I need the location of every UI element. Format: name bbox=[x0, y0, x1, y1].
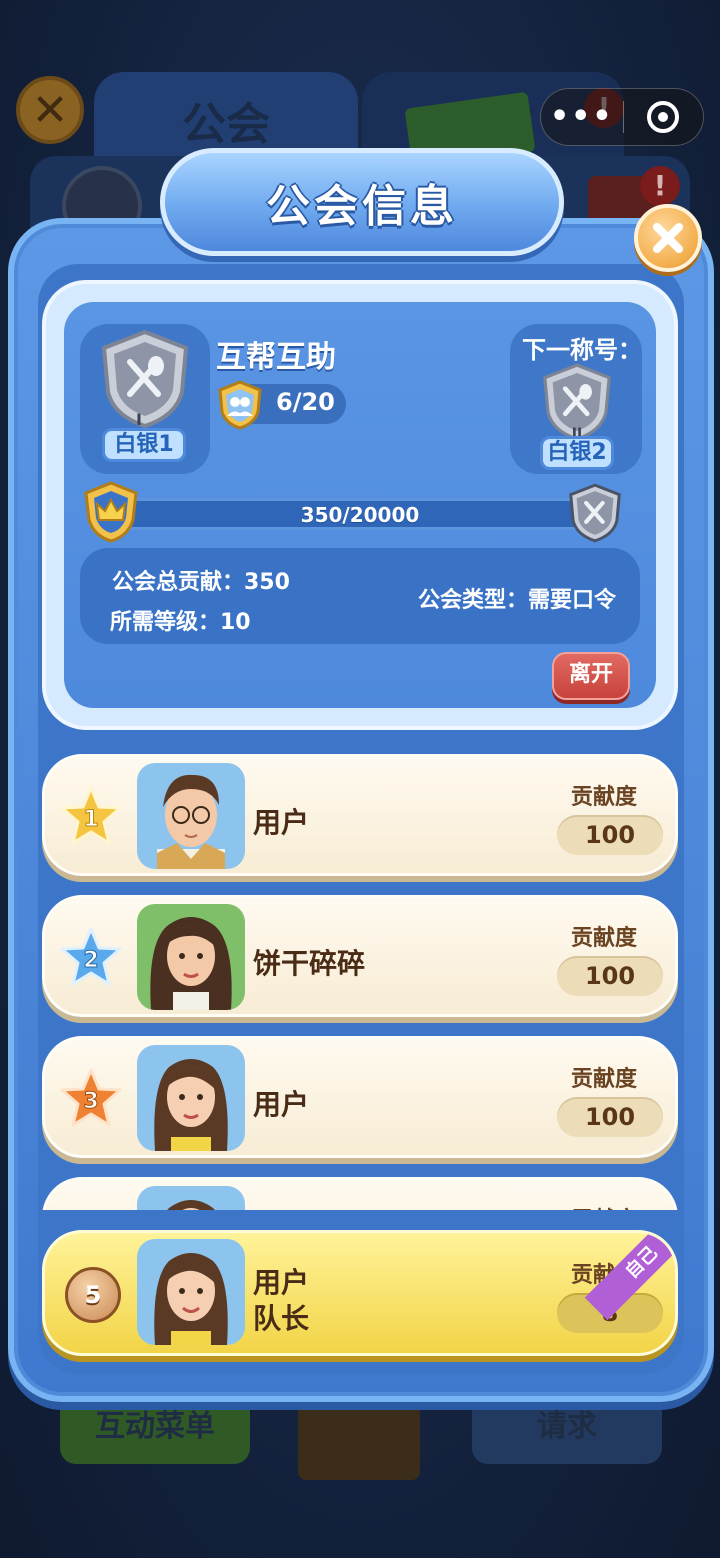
next-rank-label: 白银2 bbox=[540, 436, 614, 470]
avatar bbox=[137, 904, 245, 1010]
background-request-button: 请求 bbox=[472, 1392, 662, 1464]
modal-title: 公会信息 bbox=[266, 181, 458, 232]
avatar bbox=[137, 1045, 245, 1151]
guild-type: 公会类型：需要口令 bbox=[418, 588, 617, 613]
background-close-icon: ✕ bbox=[16, 76, 84, 144]
background-alert-icon: ! bbox=[640, 166, 680, 206]
required-level: 所需等级：10 bbox=[110, 610, 251, 635]
contribution-value: 100 bbox=[557, 815, 663, 855]
background-interact-menu-button: 互动菜单 bbox=[60, 1392, 250, 1464]
list-item[interactable]: 贡献度 bbox=[42, 1177, 678, 1210]
rank-number: 3 bbox=[83, 1089, 98, 1114]
self-member-row[interactable]: 5 用户 队长 贡献度 8 自己 bbox=[42, 1230, 678, 1356]
member-name: 用户 bbox=[253, 806, 310, 839]
avatar bbox=[137, 1239, 245, 1345]
next-title-label: 下一称号： bbox=[522, 336, 642, 364]
crown-badge-icon bbox=[84, 481, 138, 543]
progress-text: 350/20000 bbox=[300, 503, 420, 527]
list-item[interactable]: 3 用户 贡献度 100 bbox=[42, 1036, 678, 1158]
contribution-label: 贡献度 bbox=[571, 785, 638, 810]
close-icon[interactable] bbox=[634, 204, 702, 272]
list-item[interactable]: 2 饼干碎碎 贡献度 100 bbox=[42, 895, 678, 1017]
member-list[interactable]: 1 用户 贡献度 100 2 饼干碎碎 贡献度 100 3 用户 贡献度 100 bbox=[36, 750, 686, 1210]
member-count: 6/20 bbox=[276, 388, 335, 416]
rank-star-icon: 2 bbox=[60, 927, 122, 986]
contribution-value: 100 bbox=[557, 956, 663, 996]
avatar bbox=[137, 1186, 245, 1210]
more-dots-icon[interactable]: ••• bbox=[541, 88, 623, 146]
contribution-label: 贡献度 bbox=[571, 1067, 638, 1092]
member-name: 饼干碎碎 bbox=[253, 947, 366, 980]
target-circle-icon[interactable] bbox=[624, 101, 704, 133]
self-name: 用户 bbox=[253, 1266, 310, 1299]
leave-button[interactable]: 离开 bbox=[552, 652, 630, 700]
guild-name: 互帮互助 bbox=[216, 340, 336, 375]
avatar bbox=[137, 763, 245, 869]
total-contribution: 公会总贡献：350 bbox=[112, 570, 290, 595]
modal-title-banner: 公会信息 bbox=[160, 148, 564, 256]
contribution-label: 贡献度 bbox=[571, 1202, 637, 1210]
self-rank-badge: 5 bbox=[65, 1267, 121, 1323]
list-item[interactable]: 1 用户 贡献度 100 bbox=[42, 754, 678, 876]
rank-star-icon: 1 bbox=[60, 786, 122, 845]
members-icon bbox=[218, 380, 262, 430]
contribution-label: 贡献度 bbox=[571, 926, 638, 951]
self-role: 队长 bbox=[253, 1302, 310, 1335]
miniapp-capsule: ••• bbox=[540, 88, 704, 146]
next-rank-shield-icon bbox=[569, 483, 621, 543]
member-name: 用户 bbox=[253, 1088, 310, 1121]
contribution-value: 100 bbox=[557, 1097, 663, 1137]
rank-star-icon: 3 bbox=[60, 1068, 122, 1127]
rank-number: 1 bbox=[83, 807, 98, 832]
current-rank-label: 白银1 bbox=[102, 428, 186, 462]
rank-number: 2 bbox=[83, 948, 98, 973]
